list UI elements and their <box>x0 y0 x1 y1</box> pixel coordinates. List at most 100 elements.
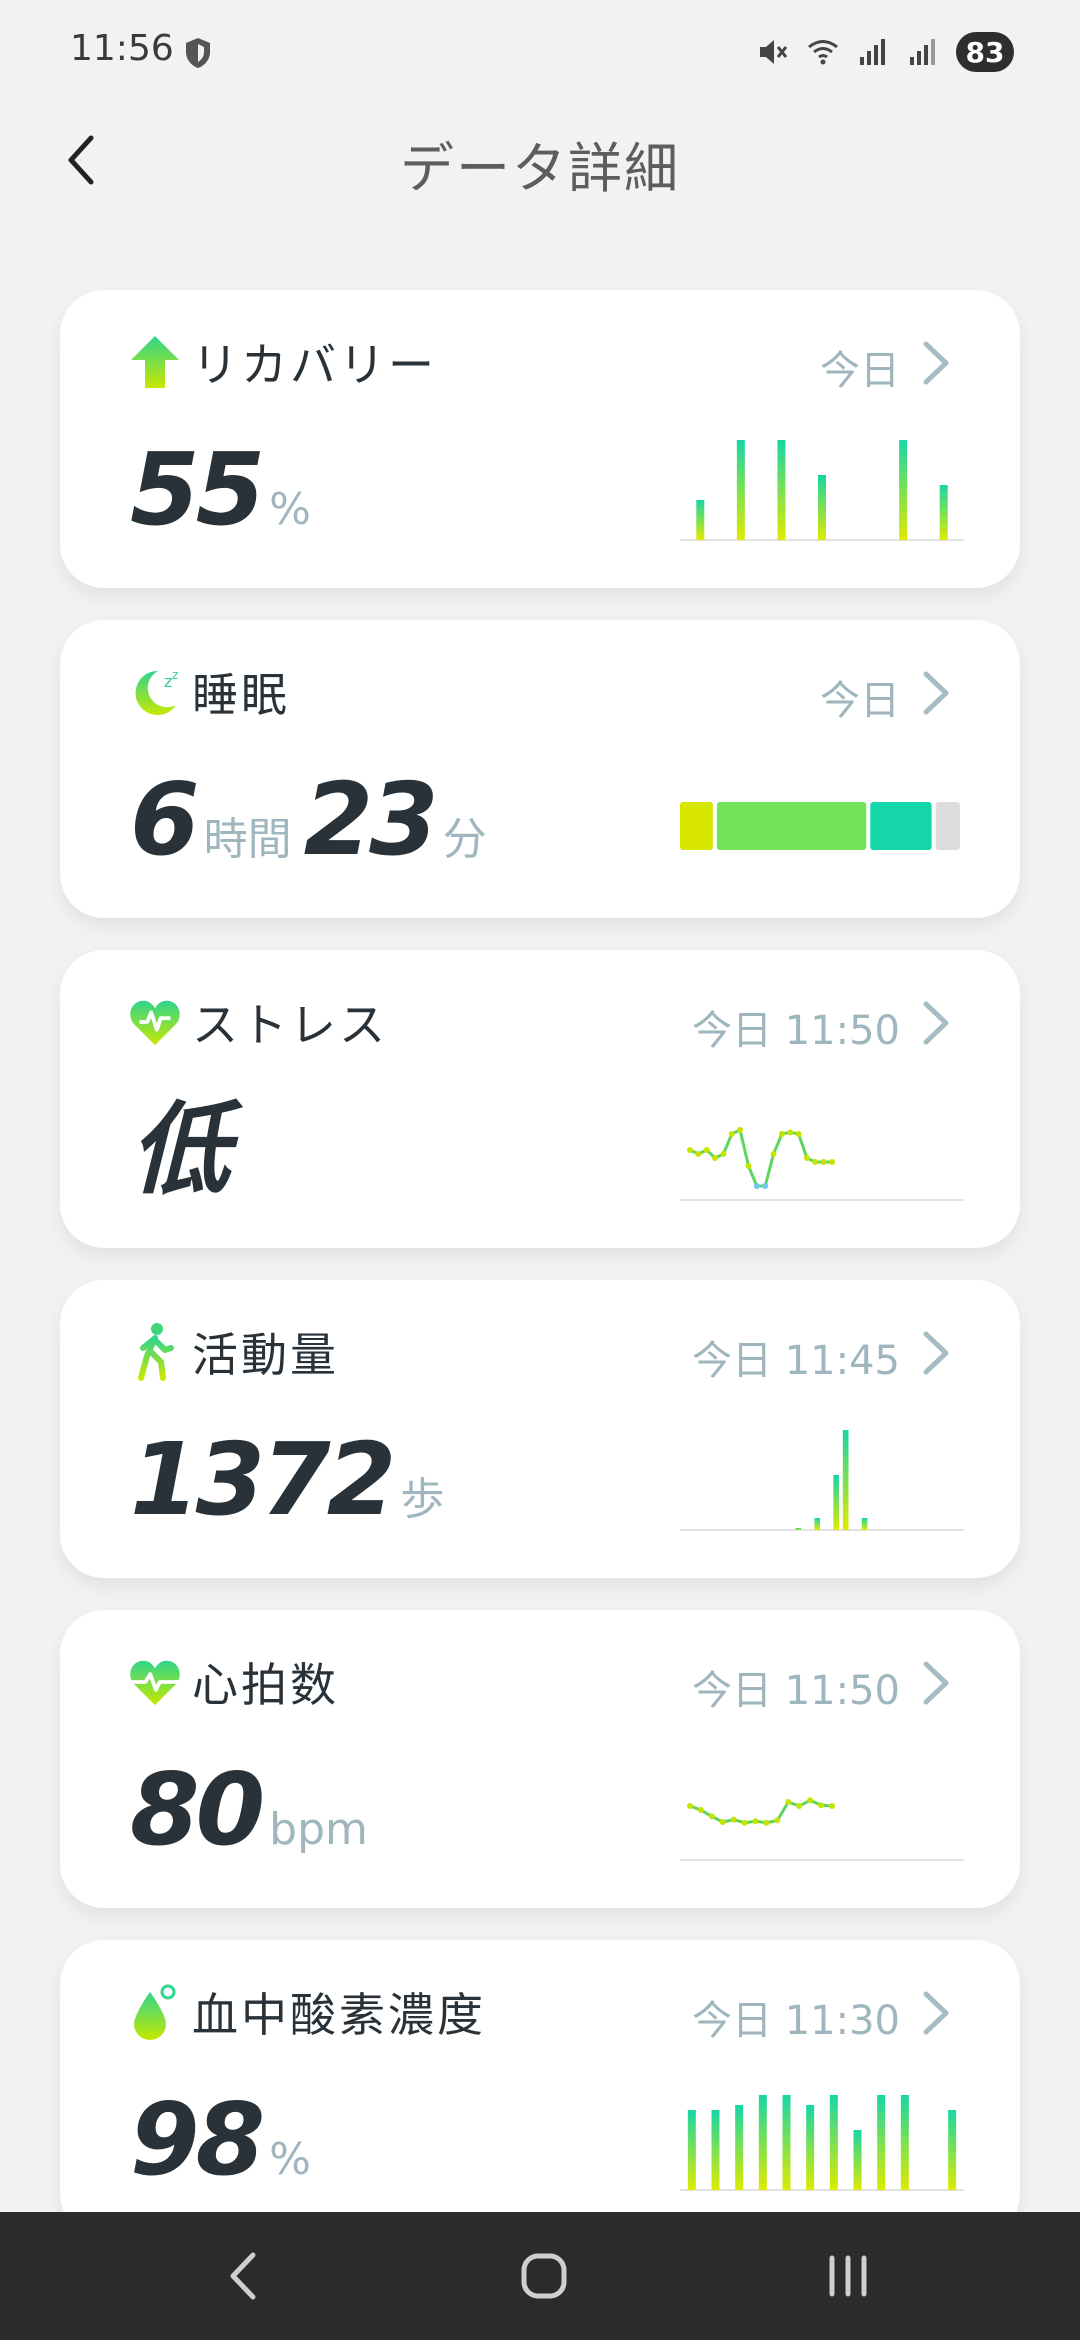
recovery-chart <box>680 440 964 541</box>
heart-pulse-icon <box>130 1000 180 1046</box>
heartbeat-icon <box>130 1660 180 1706</box>
chart-bar <box>833 1475 840 1530</box>
chart-bar <box>900 2095 909 2190</box>
card-title: ストレス <box>192 998 388 1052</box>
chart-line <box>689 1128 832 1188</box>
chart-point <box>697 1807 704 1813</box>
chart-bar <box>795 1528 802 1530</box>
activity-unit: 歩 <box>400 1474 445 1525</box>
chart-point <box>752 1818 759 1825</box>
chart-point <box>741 1819 748 1826</box>
status-icons: 83 <box>756 30 1014 74</box>
chart-bar <box>948 2110 957 2190</box>
chart-point <box>785 1799 792 1805</box>
chevron-right-icon <box>923 1331 949 1375</box>
card-title: 活動量 <box>192 1328 339 1382</box>
sleep-minutes: 23 <box>303 761 439 878</box>
navigation-bar <box>0 2212 1080 2340</box>
chart-bar <box>711 2110 720 2190</box>
chart-point <box>829 1803 835 1809</box>
status-time: 11:56 <box>70 28 174 69</box>
chart-bar <box>696 500 705 540</box>
chart-bar <box>899 440 908 540</box>
chart-point <box>695 1151 702 1157</box>
chart-segment <box>716 802 867 850</box>
chart-bar <box>861 1518 868 1530</box>
stress-chart <box>680 1127 964 1201</box>
recovery-card[interactable]: リカバリー 今日 55 % <box>60 290 1020 588</box>
chart-point <box>708 1813 715 1820</box>
sleep-minutes-unit: 分 <box>442 814 487 865</box>
card-time: 今日 11:50 <box>692 1008 900 1054</box>
card-header: 活動量 <box>128 1320 339 1384</box>
chart-point <box>763 1819 770 1826</box>
chart-bar <box>818 475 826 540</box>
heart-rate-card[interactable]: 心拍数 今日 11:50 80 bpm <box>60 1610 1020 1908</box>
chart-segment <box>935 802 960 850</box>
activity-value: 1372 <box>130 1421 396 1538</box>
walking-icon <box>138 1323 174 1381</box>
nav-home-button[interactable] <box>499 2236 589 2316</box>
arrow-up-icon <box>131 336 179 388</box>
chart-point <box>829 1159 835 1165</box>
card-header: z z 睡眠 <box>128 660 290 724</box>
chart-point <box>687 1147 693 1153</box>
card-header: ストレス <box>128 990 388 1054</box>
spo2-value: 98 <box>130 2081 265 2198</box>
battery-icon: 83 <box>956 32 1014 72</box>
home-icon <box>521 2253 567 2299</box>
chart-bar <box>736 440 745 540</box>
recovery-value: 55 <box>130 431 265 548</box>
value-row: 低 <box>130 1100 230 1200</box>
heart-rate-value: 80 <box>130 1751 265 1868</box>
chart-bar <box>782 2095 791 2190</box>
nav-back-button[interactable] <box>198 2236 288 2316</box>
chart-point <box>774 1817 781 1824</box>
chart-point <box>818 1802 825 1809</box>
spo2-unit: % <box>269 2134 311 2185</box>
card-title: 血中酸素濃度 <box>192 1988 486 2042</box>
chevron-right-icon <box>923 671 949 715</box>
chart-point <box>703 1147 710 1153</box>
card-header: 血中酸素濃度 <box>128 1980 486 2044</box>
nav-recents-button[interactable] <box>803 2236 893 2316</box>
chart-point <box>745 1163 752 1169</box>
chart-line <box>689 1798 833 1825</box>
chevron-right-icon <box>923 1001 949 1045</box>
chart-point <box>753 1183 760 1189</box>
card-time: 今日 <box>820 348 900 394</box>
chart-point <box>812 1159 819 1165</box>
svg-text:z: z <box>172 668 178 682</box>
moon-icon: z z <box>135 668 178 715</box>
chart-bar <box>829 2095 838 2190</box>
chart-point <box>719 1819 726 1825</box>
card-time: 今日 11:30 <box>692 1998 900 2044</box>
value-row: 80 bpm <box>130 1760 380 1860</box>
wifi-icon <box>808 40 838 65</box>
chart-bar <box>735 2105 744 2190</box>
chart-bar <box>853 2130 862 2190</box>
chevron-right-icon <box>923 1661 949 1705</box>
chart-bar <box>687 2110 696 2190</box>
chart-point <box>803 1155 810 1161</box>
chart-point <box>778 1131 785 1137</box>
chart-point <box>787 1129 794 1136</box>
chart-segment <box>870 802 932 850</box>
value-row: 6 時間 23 分 <box>130 770 499 870</box>
chart-point <box>737 1127 744 1133</box>
chart-bar <box>939 485 948 540</box>
chart-bar <box>877 2095 886 2190</box>
activity-card[interactable]: 活動量 今日 11:45 1372 歩 <box>60 1280 1020 1578</box>
card-time: 今日 <box>820 678 900 724</box>
spo2-card[interactable]: 血中酸素濃度 今日 11:30 98 % <box>60 1940 1020 2238</box>
sleep-hours: 6 <box>130 761 200 878</box>
sleep-card[interactable]: z z 睡眠 今日 6 時間 23 分 <box>60 620 1020 918</box>
recents-icon <box>829 2255 867 2297</box>
spo2-chart <box>680 2095 964 2191</box>
stress-card[interactable]: ストレス 今日 11:50 低 <box>60 950 1020 1248</box>
chart-segment <box>680 802 713 850</box>
chart-point <box>730 1816 737 1823</box>
chart-point <box>820 1159 827 1165</box>
chart-point <box>712 1155 719 1161</box>
chart-point <box>795 1131 802 1137</box>
